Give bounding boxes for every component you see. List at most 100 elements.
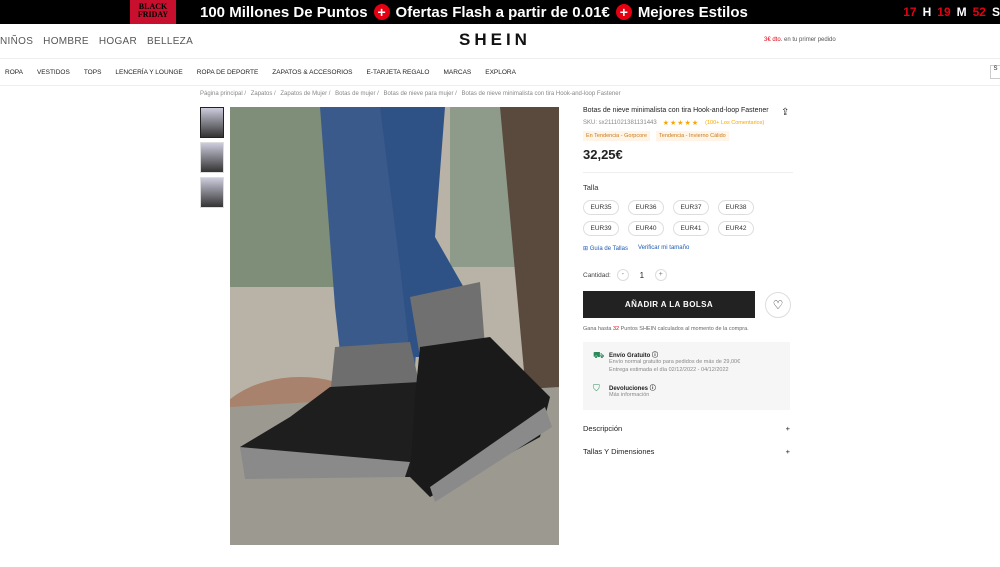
points-number: 32 xyxy=(612,326,620,332)
size-guide-row: ⊞ Guía de Tallas Verificar mi tamaño xyxy=(583,245,793,252)
promo-bar[interactable]: BLACK FRIDAY 100 Millones De Puntos + Of… xyxy=(0,0,1000,24)
heart-icon[interactable]: ♡ xyxy=(765,291,791,318)
nav-item-ninos[interactable]: NIÑOS xyxy=(0,36,33,47)
size-option[interactable]: EUR35 xyxy=(583,200,619,215)
size-label: Talla xyxy=(583,183,599,192)
returns-title[interactable]: Devoluciones ⓘ xyxy=(609,383,656,392)
product-main-image[interactable] xyxy=(230,107,559,545)
ruler-icon: ⊞ xyxy=(583,246,590,252)
add-to-bag-button[interactable]: AÑADIR A LA BOLSA xyxy=(583,291,755,318)
points-post: Puntos SHEIN calculados al momento de la… xyxy=(620,326,749,332)
countdown-seconds: 52 xyxy=(972,5,986,19)
size-dimensions-toggle[interactable]: Tallas Y Dimensiones + xyxy=(583,447,790,456)
main-nav: NIÑOS HOMBRE HOGAR BELLEZA xyxy=(0,24,193,58)
sku: SKU: sx2111021381131443 xyxy=(583,120,657,126)
promo-amount: 3€ dto. xyxy=(764,37,783,43)
points-note: Gana hasta 32 Puntos SHEIN calculados al… xyxy=(583,326,793,332)
breadcrumb-item[interactable]: Zapatos / xyxy=(251,91,276,97)
returns-more-info[interactable]: Más información xyxy=(609,392,656,400)
black-friday-logo: BLACK FRIDAY xyxy=(130,0,176,24)
size-guide-label: Guía de Tallas xyxy=(589,246,628,252)
promo-item: Ofertas Flash a partir de 0.01€ xyxy=(395,3,610,21)
category-nav: ROPA VESTIDOS TOPS LENCERÍA Y LOUNGE ROP… xyxy=(0,58,1000,86)
breadcrumb-item[interactable]: Página principal / xyxy=(200,91,246,97)
size-option[interactable]: EUR41 xyxy=(673,221,709,236)
size-dimensions-label: Tallas Y Dimensiones xyxy=(583,447,655,456)
category-ropa-deporte[interactable]: ROPA DE DEPORTE xyxy=(197,69,259,76)
countdown-minutes-unit: M xyxy=(956,5,967,19)
size-option[interactable]: EUR39 xyxy=(583,221,619,236)
size-options: EUR35 EUR36 EUR37 EUR38 EUR39 EUR40 EUR4… xyxy=(583,200,783,236)
breadcrumb-item[interactable]: Botas de nieve para mujer / xyxy=(383,91,456,97)
reviews-link[interactable]: (100+ Los Comentarios) xyxy=(705,120,764,126)
countdown: 17 H 19 M 52 S xyxy=(903,0,1000,24)
category-explora[interactable]: EXPLORA xyxy=(485,69,516,76)
category-lenceria[interactable]: LENCERÍA Y LOUNGE xyxy=(115,69,182,76)
expand-icon: + xyxy=(785,424,790,433)
plus-icon: + xyxy=(373,4,390,20)
quantity-stepper: Cantidad: - 1 + xyxy=(583,269,793,281)
category-vestidos[interactable]: VESTIDOS xyxy=(37,69,70,76)
nav-item-hombre[interactable]: HOMBRE xyxy=(43,36,89,47)
free-shipping-row: ⛟ Envío Gratuito ⓘ Envío normal gratuito… xyxy=(593,350,780,374)
search-input[interactable]: S xyxy=(990,65,1000,79)
product-title: Botas de nieve minimalista con tira Hook… xyxy=(583,107,769,114)
breadcrumb-item[interactable]: Zapatos de Mujer / xyxy=(280,91,330,97)
increase-quantity-button[interactable]: + xyxy=(654,269,667,281)
trend-tag[interactable]: En Tendencia - Gorpcore xyxy=(583,131,651,141)
quantity-label: Cantidad: xyxy=(583,271,611,279)
shipping-box: ⛟ Envío Gratuito ⓘ Envío normal gratuito… xyxy=(583,342,790,410)
category-zapatos[interactable]: ZAPATOS & ACCESORIOS xyxy=(272,69,352,76)
category-ropa[interactable]: ROPA xyxy=(5,69,23,76)
category-tarjeta-regalo[interactable]: E-TARJETA REGALO xyxy=(366,69,429,76)
sku-line: SKU: sx2111021381131443 ★★★★★ (100+ Los … xyxy=(583,119,793,127)
free-shipping-title[interactable]: Envío Gratuito ⓘ xyxy=(609,350,740,359)
star-rating-icon: ★★★★★ xyxy=(662,120,700,127)
plus-icon: + xyxy=(615,4,632,20)
category-marcas[interactable]: MARCAS xyxy=(443,69,471,76)
nav-item-hogar[interactable]: HOGAR xyxy=(99,36,137,47)
purchase-row: AÑADIR A LA BOLSA ♡ xyxy=(583,291,793,318)
promo-item: Mejores Estilos xyxy=(637,3,748,21)
size-option[interactable]: EUR42 xyxy=(718,221,754,236)
size-option[interactable]: EUR38 xyxy=(718,200,754,215)
trend-tags: En Tendencia - Gorpcore Tendencia - Invi… xyxy=(583,131,793,141)
divider xyxy=(583,172,793,173)
product-thumbnail[interactable] xyxy=(200,142,224,173)
description-toggle[interactable]: Descripción + xyxy=(583,424,790,433)
countdown-hours-unit: H xyxy=(922,5,932,19)
size-option[interactable]: EUR36 xyxy=(628,200,664,215)
size-option[interactable]: EUR37 xyxy=(673,200,709,215)
thumbnail-list xyxy=(200,107,225,212)
quantity-value[interactable]: 1 xyxy=(635,271,649,280)
countdown-seconds-unit: S xyxy=(991,5,1000,19)
size-option[interactable]: EUR40 xyxy=(628,221,664,236)
promo-text: en tu primer pedido xyxy=(784,37,836,43)
trend-tag[interactable]: Tendencia - Invierno Cálido xyxy=(656,131,729,141)
verify-size-link[interactable]: Verificar mi tamaño xyxy=(638,245,689,252)
category-tops[interactable]: TOPS xyxy=(84,69,102,76)
size-guide-link[interactable]: ⊞ Guía de Tallas xyxy=(583,245,628,252)
product-thumbnail[interactable] xyxy=(200,177,224,208)
returns-row: ⛉ Devoluciones ⓘ Más información xyxy=(593,383,780,400)
info-icon[interactable]: ⓘ xyxy=(650,386,656,392)
breadcrumb-item[interactable]: Botas de mujer / xyxy=(335,91,379,97)
decrease-quantity-button[interactable]: - xyxy=(616,269,629,281)
countdown-hours: 17 xyxy=(903,5,917,19)
description-label: Descripción xyxy=(583,424,623,433)
expand-icon: + xyxy=(785,447,790,456)
promo-items: 100 Millones De Puntos + Ofertas Flash a… xyxy=(200,0,748,24)
free-shipping-detail: Envío normal gratuito para pedidos de má… xyxy=(609,359,741,365)
share-icon[interactable]: ⇪ xyxy=(781,107,789,118)
site-header: NIÑOS HOMBRE HOGAR BELLEZA SHEIN 3€ dto.… xyxy=(0,24,1000,58)
boots-photo xyxy=(230,107,559,545)
first-order-promo[interactable]: 3€ dto. en tu primer pedido xyxy=(764,37,836,43)
points-pre: Gana hasta xyxy=(583,326,612,332)
nav-item-belleza[interactable]: BELLEZA xyxy=(147,36,193,47)
breadcrumb-current: Botas de nieve minimalista con tira Hook… xyxy=(461,91,621,97)
product-thumbnail[interactable] xyxy=(200,107,224,138)
breadcrumb: Página principal / Zapatos / Zapatos de … xyxy=(200,91,624,97)
shein-logo[interactable]: SHEIN xyxy=(459,30,531,50)
product-price: 32,25€ xyxy=(583,147,623,162)
truck-icon: ⛟ xyxy=(593,350,605,360)
